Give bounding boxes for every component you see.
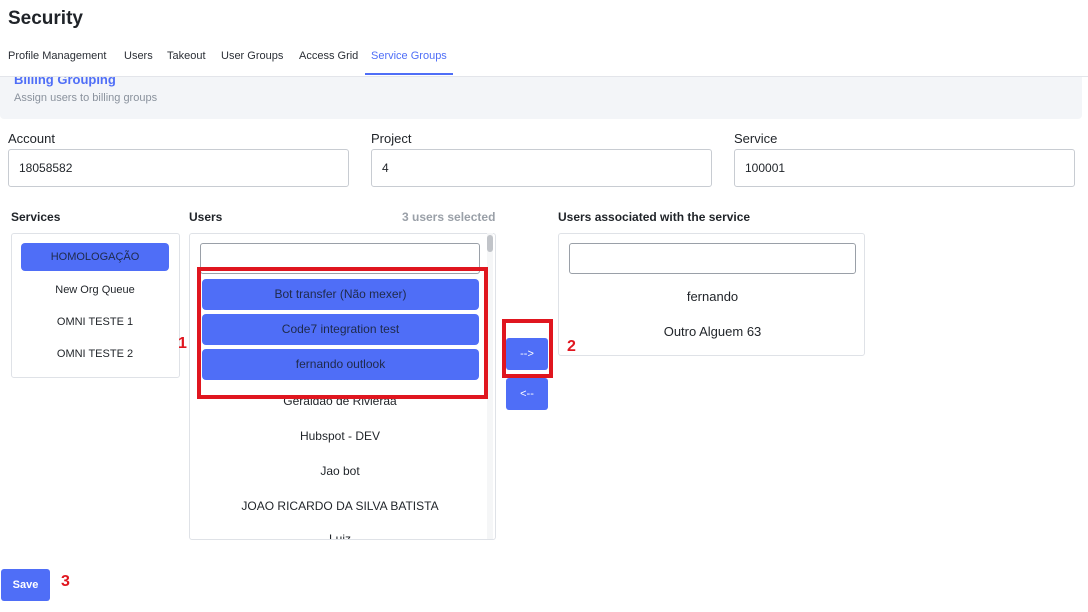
save-button[interactable]: Save — [1, 569, 50, 601]
user-item-joao-ricardo[interactable]: JOAO RICARDO DA SILVA BATISTA — [190, 499, 490, 513]
add-users-button[interactable]: --> — [506, 338, 548, 370]
tab-bar: Profile Management Users Takeout User Gr… — [0, 40, 1088, 77]
tab-access-grid[interactable]: Access Grid — [299, 40, 358, 73]
project-label: Project — [371, 131, 412, 146]
tab-takeout[interactable]: Takeout — [167, 40, 206, 73]
account-label: Account — [8, 131, 55, 146]
tab-service-groups[interactable]: Service Groups — [365, 40, 453, 75]
page-title: Security — [8, 8, 83, 29]
users-scroll-thumb[interactable] — [487, 235, 493, 252]
user-item-jao-bot[interactable]: Jao bot — [190, 464, 490, 478]
services-label: Services — [11, 210, 61, 224]
banner-title: Billing Grouping — [14, 77, 116, 87]
associated-item-fernando[interactable]: fernando — [559, 289, 864, 304]
users-selected-count: 3 users selected — [402, 210, 496, 224]
service-item-omni-teste-2[interactable]: OMNI TESTE 2 — [21, 340, 169, 368]
tab-users[interactable]: Users — [124, 40, 153, 73]
associated-search-input[interactable] — [569, 243, 856, 274]
account-field[interactable] — [8, 149, 349, 187]
users-label: Users — [189, 210, 223, 224]
tab-profile-management[interactable]: Profile Management — [8, 40, 106, 73]
service-item-omni-teste-1[interactable]: OMNI TESTE 1 — [21, 308, 169, 336]
associated-item-outro-alguem-63[interactable]: Outro Alguem 63 — [559, 324, 864, 339]
annotation-marker-3: 3 — [61, 573, 70, 590]
users-scrollbar[interactable] — [487, 233, 493, 539]
annotation-marker-1: 1 — [178, 335, 187, 352]
service-label: Service — [734, 131, 778, 146]
tab-user-groups[interactable]: User Groups — [221, 40, 283, 73]
billing-grouping-banner: Billing Grouping Assign users to billing… — [0, 77, 1082, 119]
user-item-luiz[interactable]: Luiz — [190, 532, 490, 539]
service-field[interactable] — [734, 149, 1075, 187]
annotation-marker-2: 2 — [567, 338, 576, 355]
project-field[interactable] — [371, 149, 712, 187]
service-item-homologacao[interactable]: HOMOLOGAÇÃO — [21, 243, 169, 271]
associated-users-label: Users associated with the service — [558, 210, 751, 224]
user-item-code7-integration-test[interactable]: Code7 integration test — [202, 314, 479, 345]
remove-users-button[interactable]: <-- — [506, 378, 548, 410]
users-search-input[interactable] — [200, 243, 480, 274]
user-item-bot-transfer[interactable]: Bot transfer (Não mexer) — [202, 279, 479, 310]
service-item-new-org-queue[interactable]: New Org Queue — [21, 276, 169, 304]
user-item-hubspot-dev[interactable]: Hubspot - DEV — [190, 429, 490, 443]
user-item-geraldao[interactable]: Geraldao de Rivieraa — [190, 394, 490, 408]
user-item-fernando-outlook[interactable]: fernando outlook — [202, 349, 479, 380]
associated-users-list: fernando Outro Alguem 63 — [558, 233, 865, 356]
banner-subtitle: Assign users to billing groups — [14, 92, 158, 104]
